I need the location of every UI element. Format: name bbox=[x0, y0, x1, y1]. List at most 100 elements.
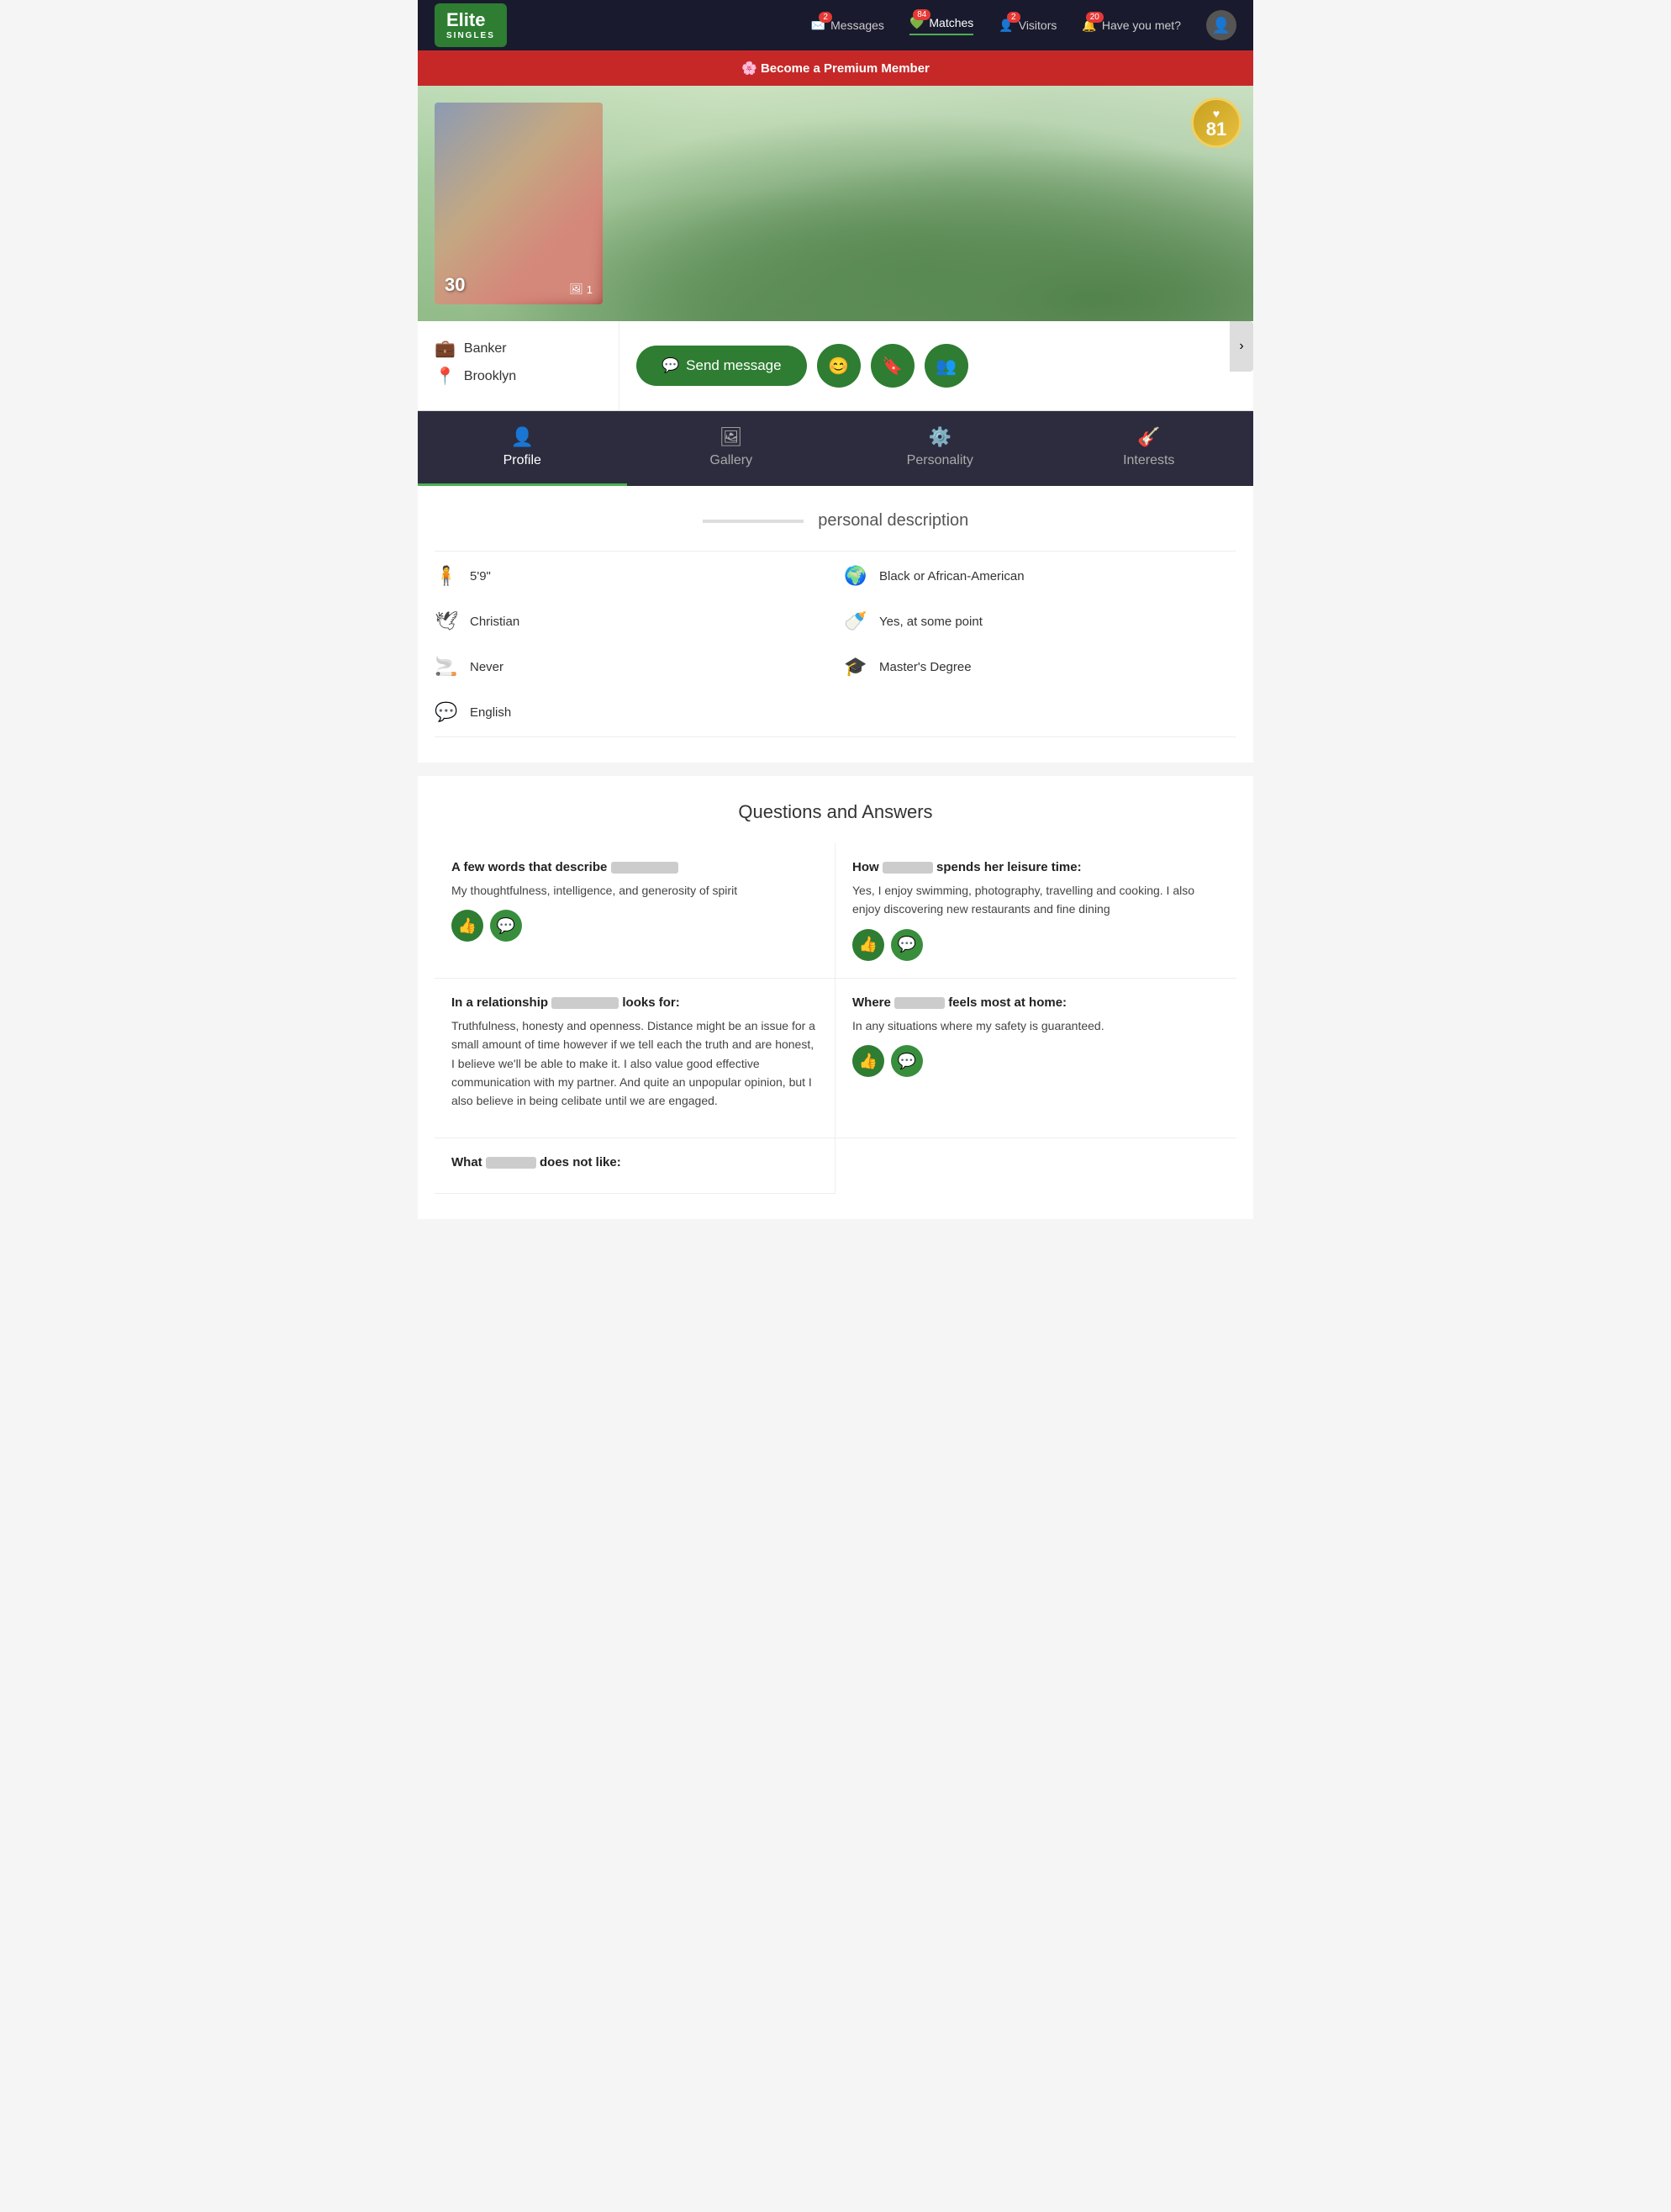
personal-description-title: personal description bbox=[435, 511, 1236, 531]
qa-question-dislikes: What does not like: bbox=[451, 1155, 818, 1169]
visitors-badge: 2 bbox=[1007, 12, 1020, 23]
qa-like-button-describe[interactable]: 👍 bbox=[451, 910, 483, 942]
premium-banner[interactable]: 🌸 Become a Premium Member bbox=[418, 50, 1253, 86]
personal-description-section: personal description 🧍 5'9" 🌍 Black or A… bbox=[418, 486, 1253, 763]
personality-tab-label: Personality bbox=[907, 453, 973, 468]
children-row: 🍼 Yes, at some point bbox=[844, 605, 1236, 637]
profile-actions-bar: 💼 Banker 📍 Brooklyn 💬 Send message 😊 🔖 👥… bbox=[418, 321, 1253, 411]
section-label-text: personal description bbox=[818, 511, 968, 530]
tab-gallery[interactable]: 🖼 Gallery bbox=[627, 411, 836, 486]
send-message-button[interactable]: 💬 Send message bbox=[636, 346, 807, 386]
nav-items: ✉️ 2 Messages 💚 84 Matches 👤 2 Visitors … bbox=[811, 10, 1236, 40]
profile-age: 30 bbox=[445, 274, 465, 296]
education-icon: 🎓 bbox=[844, 656, 867, 678]
smile-button[interactable]: 😊 bbox=[817, 344, 861, 388]
height-value: 5'9" bbox=[470, 569, 491, 583]
user-avatar[interactable]: 👤 bbox=[1206, 10, 1236, 40]
add-contact-button[interactable]: 👥 bbox=[925, 344, 968, 388]
qa-grid: A few words that describe My thoughtfuln… bbox=[435, 843, 1236, 1194]
visitors-icon-wrap: 👤 2 bbox=[999, 18, 1013, 33]
gallery-tab-icon: 🖼 bbox=[720, 426, 743, 448]
logo[interactable]: Elite SINGLES bbox=[435, 3, 507, 46]
qa-q4-suffix: does not like: bbox=[540, 1155, 621, 1169]
camera-icon: 🖼 bbox=[569, 282, 583, 296]
top-navigation: Elite SINGLES ✉️ 2 Messages 💚 84 Matches… bbox=[418, 0, 1253, 50]
visitors-label: Visitors bbox=[1019, 18, 1057, 32]
tab-profile[interactable]: 👤 Profile bbox=[418, 411, 627, 486]
qa-q1-prefix: How bbox=[852, 860, 879, 874]
smoking-value: Never bbox=[470, 660, 503, 674]
qa-comment-button-describe[interactable]: 💬 bbox=[490, 910, 522, 942]
children-value: Yes, at some point bbox=[879, 615, 983, 629]
qa-question-relationship: In a relationship looks for: bbox=[451, 995, 818, 1010]
profile-tab-icon: 👤 bbox=[511, 426, 534, 448]
qa-q2-prefix: In a relationship bbox=[451, 995, 548, 1010]
premium-icon: 🌸 bbox=[741, 61, 757, 76]
location-row: 📍 Brooklyn bbox=[435, 366, 602, 387]
qa-question-home: Where feels most at home: bbox=[852, 995, 1220, 1010]
ethnicity-row: 🌍 Black or African-American bbox=[844, 560, 1236, 592]
matches-label: Matches bbox=[929, 16, 973, 29]
messages-icon-wrap: ✉️ 2 bbox=[811, 18, 825, 33]
have-you-met-label: Have you met? bbox=[1102, 18, 1181, 32]
qa-answer-home: In any situations where my safety is gua… bbox=[852, 1016, 1220, 1035]
photo-count-number: 1 bbox=[587, 283, 593, 296]
qa-item-describe: A few words that describe My thoughtfuln… bbox=[435, 843, 836, 979]
qa-like-button-home[interactable]: 👍 bbox=[852, 1045, 884, 1077]
location-text: Brooklyn bbox=[464, 369, 516, 384]
tab-personality[interactable]: ⚙️ Personality bbox=[836, 411, 1045, 486]
qa-title: Questions and Answers bbox=[435, 801, 1236, 823]
profile-photo[interactable]: 30 🖼 1 bbox=[435, 103, 603, 304]
photo-count: 🖼 1 bbox=[569, 282, 593, 296]
tab-interests[interactable]: 🎸 Interests bbox=[1045, 411, 1254, 486]
send-message-label: Send message bbox=[686, 357, 781, 374]
qa-actions-home: 👍 💬 bbox=[852, 1045, 1220, 1077]
height-row: 🧍 5'9" bbox=[435, 560, 827, 592]
bookmark-button[interactable]: 🔖 bbox=[871, 344, 915, 388]
qa-q3-prefix: Where bbox=[852, 995, 891, 1010]
logo-sub-text: SINGLES bbox=[446, 31, 495, 40]
language-icon: 💬 bbox=[435, 701, 458, 723]
qa-like-button-leisure[interactable]: 👍 bbox=[852, 929, 884, 961]
qa-comment-button-leisure[interactable]: 💬 bbox=[891, 929, 923, 961]
smoking-row: 🚬 Never bbox=[435, 651, 827, 683]
gallery-tab-label: Gallery bbox=[709, 453, 752, 468]
have-you-met-badge: 20 bbox=[1086, 12, 1104, 23]
smile-icon: 😊 bbox=[828, 356, 849, 377]
nav-item-messages[interactable]: ✉️ 2 Messages bbox=[811, 18, 884, 33]
qa-actions-describe: 👍 💬 bbox=[451, 910, 818, 942]
qa-answer-describe: My thoughtfulness, intelligence, and gen… bbox=[451, 881, 818, 900]
education-value: Master's Degree bbox=[879, 660, 972, 674]
qa-q3-suffix: feels most at home: bbox=[948, 995, 1067, 1010]
nav-item-visitors[interactable]: 👤 2 Visitors bbox=[999, 18, 1057, 33]
occupation-text: Banker bbox=[464, 341, 507, 356]
qa-answer-leisure: Yes, I enjoy swimming, photography, trav… bbox=[852, 881, 1220, 919]
bookmark-icon: 🔖 bbox=[882, 356, 903, 377]
ethnicity-icon: 🌍 bbox=[844, 565, 867, 587]
premium-highlight: Premium Member bbox=[824, 61, 930, 76]
qa-item-home: Where feels most at home: In any situati… bbox=[836, 979, 1236, 1138]
qa-section: Questions and Answers A few words that d… bbox=[418, 776, 1253, 1219]
profile-tabs: 👤 Profile 🖼 Gallery ⚙️ Personality 🎸 Int… bbox=[418, 411, 1253, 486]
compatibility-badge: ♥ 81 bbox=[1191, 98, 1241, 148]
nav-item-have-you-met[interactable]: 🔔 20 Have you met? bbox=[1082, 18, 1181, 33]
religion-value: Christian bbox=[470, 615, 519, 629]
premium-prefix: Become a bbox=[761, 61, 824, 76]
qa-q0-redacted bbox=[611, 862, 678, 874]
location-icon: 📍 bbox=[435, 366, 456, 387]
qa-q4-prefix: What bbox=[451, 1155, 482, 1169]
qa-q4-redacted bbox=[486, 1157, 536, 1169]
qa-comment-button-home[interactable]: 💬 bbox=[891, 1045, 923, 1077]
messages-label: Messages bbox=[830, 18, 884, 32]
language-row: 💬 English bbox=[435, 696, 827, 728]
occupation-row: 💼 Banker bbox=[435, 338, 602, 359]
profile-tab-label: Profile bbox=[503, 453, 541, 468]
interests-tab-label: Interests bbox=[1123, 453, 1174, 468]
nav-item-matches[interactable]: 💚 84 Matches bbox=[909, 16, 973, 35]
have-you-met-icon-wrap: 🔔 20 bbox=[1082, 18, 1096, 33]
qa-q2-redacted bbox=[551, 997, 619, 1009]
briefcase-icon: 💼 bbox=[435, 338, 456, 359]
children-icon: 🍼 bbox=[844, 610, 867, 632]
message-bubble-icon: 💬 bbox=[662, 357, 679, 374]
edge-button[interactable]: › bbox=[1230, 321, 1253, 372]
